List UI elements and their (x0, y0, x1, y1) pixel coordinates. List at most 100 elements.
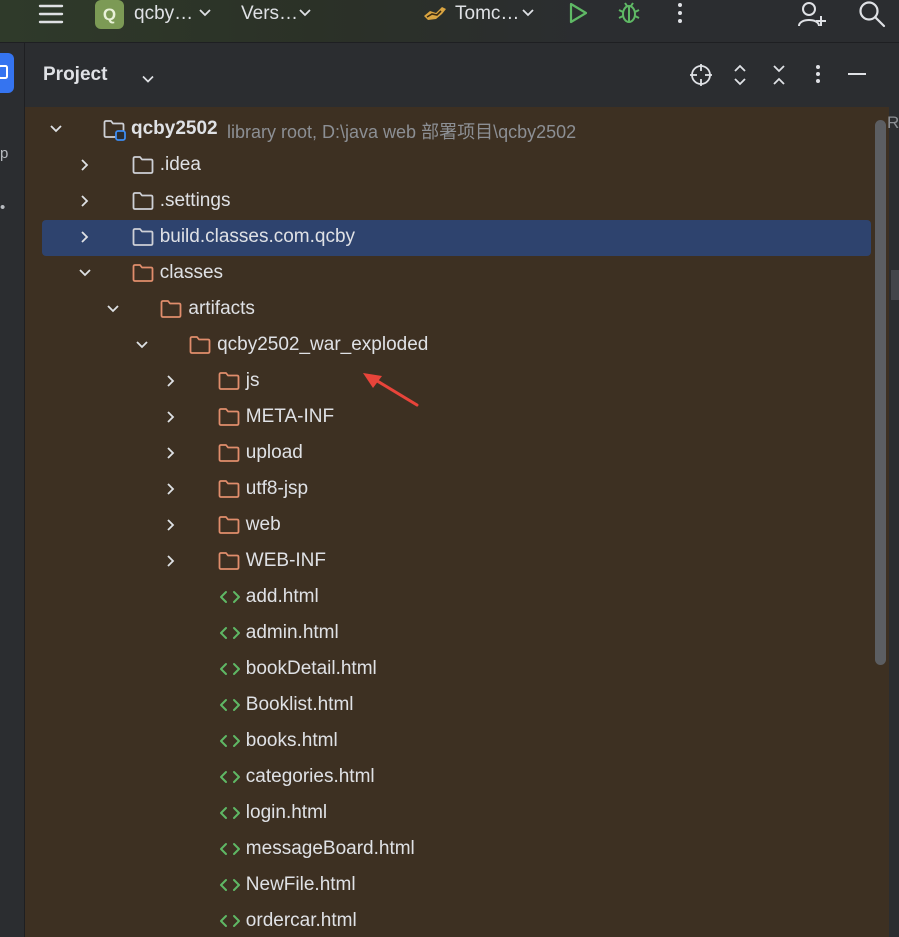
tree-node-label: add.html (245, 586, 319, 607)
module-icon (103, 119, 127, 146)
tree-folder-row[interactable]: web (25, 508, 873, 544)
tree-folder-row[interactable]: classes (25, 256, 873, 292)
html-file-icon (218, 803, 242, 828)
debug-bug-icon[interactable] (616, 0, 642, 31)
tree-file-row[interactable]: Booklist.html (25, 688, 873, 724)
tree-folder-row[interactable]: qcby2502 library root, D:\java web 部署项目\q… (25, 112, 873, 148)
tree-node-label: META-INF (245, 406, 335, 427)
tree-file-row[interactable]: messageBoard.html (25, 832, 873, 868)
tree-folder-row[interactable]: upload (25, 436, 873, 472)
tree-folder-row[interactable]: build.classes.com.qcby (42, 220, 871, 256)
tree-node-label: login.html (245, 802, 328, 823)
tree-folder-row[interactable]: META-INF (25, 400, 873, 436)
project-tree: qcby2502 library root, D:\java web 部署项目\q… (25, 112, 889, 937)
tree-node-label: artifacts (188, 298, 255, 319)
more-vertical-icon[interactable] (675, 2, 685, 29)
tree-node-label: NewFile.html (245, 874, 356, 895)
tree-node-label: web (245, 514, 281, 535)
chevron-down-icon[interactable] (198, 8, 212, 18)
minimize-icon[interactable] (847, 63, 867, 90)
tree-folder-row[interactable]: WEB-INF (25, 544, 873, 580)
chevron-right-icon[interactable] (164, 410, 178, 429)
chevron-down-icon[interactable] (142, 71, 154, 89)
chevron-right-icon[interactable] (164, 554, 178, 573)
tree-file-row[interactable]: NewFile.html (25, 868, 873, 904)
folder-icon (132, 263, 154, 288)
tree-node-label: classes (159, 262, 224, 283)
project-badge[interactable]: Q (95, 0, 124, 29)
folder-icon (132, 155, 154, 180)
folder-icon (189, 335, 211, 360)
editor-edge-marker (891, 270, 899, 300)
vcs-widget-label[interactable]: Vers… (241, 3, 298, 25)
tree-node-label: WEB-INF (245, 550, 327, 571)
folder-icon (218, 443, 240, 468)
tree-node-hint: library root, D:\java web 部署项目\qcby2502 (227, 122, 577, 142)
run-config-label[interactable]: Tomc… (455, 3, 519, 25)
add-user-icon[interactable] (797, 0, 827, 33)
project-name[interactable]: qcby… (134, 3, 193, 25)
html-file-icon (218, 659, 242, 684)
chevron-down-icon[interactable] (78, 266, 92, 285)
tree-node-label: upload (245, 442, 303, 463)
tree-node-label: .settings (159, 190, 231, 211)
html-file-icon (218, 623, 242, 648)
chevron-right-icon[interactable] (78, 230, 92, 249)
more-vertical-icon[interactable] (813, 63, 823, 90)
project-tool-window-button[interactable] (0, 53, 14, 93)
chevron-down-icon[interactable] (135, 338, 149, 357)
tool-window-title[interactable]: Project (43, 64, 107, 86)
tree-node-label: admin.html (245, 622, 339, 643)
tree-node-label: js (245, 370, 260, 391)
tree-node-label: ordercar.html (245, 910, 357, 931)
annotation-arrow (360, 370, 422, 415)
locate-target-icon[interactable] (689, 63, 713, 92)
main-toolbar: Q qcby… Vers… Tomc… (0, 0, 899, 43)
chevron-down-icon[interactable] (298, 8, 312, 18)
tree-node-label: books.html (245, 730, 338, 751)
tree-node-label: utf8-jsp (245, 478, 309, 499)
run-icon[interactable] (567, 1, 589, 30)
chevron-down-icon[interactable] (49, 122, 63, 141)
tree-node-label: qcby2502 (131, 118, 218, 139)
right-tool-stripe (889, 43, 899, 937)
left-tool-stripe: p • (0, 43, 25, 937)
project-tool-window-header: Project (25, 43, 889, 107)
tree-folder-row[interactable]: js (25, 364, 873, 400)
tree-file-row[interactable]: admin.html (25, 616, 873, 652)
chevron-right-icon[interactable] (78, 194, 92, 213)
tree-folder-row[interactable]: artifacts (25, 292, 873, 328)
html-file-icon (218, 839, 242, 864)
tree-folder-row[interactable]: .idea (25, 148, 873, 184)
tree-file-row[interactable]: categories.html (25, 760, 873, 796)
tree-file-row[interactable]: ordercar.html (25, 904, 873, 937)
tree-node-label: bookDetail.html (245, 658, 377, 679)
chevron-right-icon[interactable] (164, 482, 178, 501)
html-file-icon (218, 587, 242, 612)
chevron-right-icon[interactable] (164, 374, 178, 393)
hamburger-menu-icon[interactable] (38, 3, 64, 30)
tree-file-row[interactable]: bookDetail.html (25, 652, 873, 688)
tree-vertical-scrollbar[interactable] (875, 120, 886, 665)
folder-icon (218, 407, 240, 432)
chevron-down-icon[interactable] (521, 8, 535, 18)
tree-folder-row[interactable]: utf8-jsp (25, 472, 873, 508)
tree-folder-row[interactable]: .settings (25, 184, 873, 220)
chevron-right-icon[interactable] (164, 518, 178, 537)
tree-file-row[interactable]: login.html (25, 796, 873, 832)
html-file-icon (218, 875, 242, 900)
tree-folder-row[interactable]: qcby2502_war_exploded (25, 328, 873, 364)
search-icon[interactable] (858, 0, 886, 33)
commit-icon[interactable]: p (0, 145, 8, 162)
tree-file-row[interactable]: books.html (25, 724, 873, 760)
chevron-right-icon[interactable] (78, 158, 92, 177)
folder-icon (218, 371, 240, 396)
tree-node-label: build.classes.com.qcby (159, 226, 356, 247)
more-tools-icon[interactable]: • (0, 199, 5, 216)
tree-file-row[interactable]: add.html (25, 580, 873, 616)
html-file-icon (218, 767, 242, 792)
collapse-all-icon[interactable] (771, 63, 787, 92)
chevron-right-icon[interactable] (164, 446, 178, 465)
expand-all-icon[interactable] (732, 63, 748, 92)
chevron-down-icon[interactable] (106, 302, 120, 321)
